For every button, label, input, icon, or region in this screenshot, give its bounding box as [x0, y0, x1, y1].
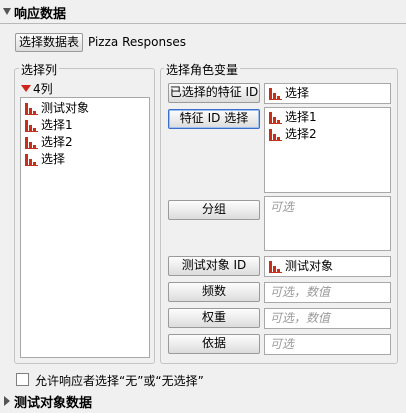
placeholder-text: 可选 [270, 337, 295, 351]
weight-list[interactable]: 可选，数值 [264, 308, 391, 329]
feature-id-choice-button[interactable]: 特征 ID 选择 [168, 109, 260, 129]
bar-chart-icon [269, 87, 282, 100]
list-item[interactable]: 选择1 [21, 117, 149, 134]
columns-list[interactable]: 测试对象选择1 选择2 选择 [20, 97, 150, 358]
subject-id-list[interactable]: 测试对象 [264, 256, 391, 277]
list-item[interactable]: 选择2 [265, 126, 390, 143]
list-item[interactable]: 测试对象 [265, 258, 390, 275]
placeholder-text: 可选，数值 [270, 311, 331, 325]
list-item[interactable]: 选择1 [265, 109, 390, 126]
list-item-label: 选择2 [41, 135, 73, 149]
subject-data-title: 测试对象数据 [14, 396, 93, 411]
bar-chart-icon [25, 119, 38, 132]
group-button[interactable]: 分组 [168, 200, 260, 220]
dropdown-triangle-icon[interactable] [21, 85, 31, 92]
group-list[interactable]: 可选 [264, 196, 391, 251]
list-item-label: 选择 [41, 152, 66, 166]
list-item[interactable]: 选择 [265, 85, 390, 102]
list-item-label: 测试对象 [285, 259, 334, 273]
frequency-list[interactable]: 可选，数值 [264, 282, 391, 303]
bar-chart-icon [269, 260, 282, 273]
by-list[interactable]: 可选 [264, 334, 391, 355]
list-item[interactable]: 选择2 [21, 134, 149, 151]
list-item-label: 选择2 [285, 127, 317, 141]
allow-none-checkbox[interactable] [16, 373, 29, 386]
list-item[interactable]: 测试对象 [21, 100, 149, 117]
subject-data-section[interactable]: 测试对象数据 [0, 389, 406, 413]
list-item[interactable]: 选择 [21, 151, 149, 168]
list-item-label: 选择1 [285, 110, 317, 124]
allow-none-label: 允许响应者选择“无”或“无选择” [35, 374, 204, 388]
response-data-header[interactable]: 响应数据 [0, 0, 406, 24]
select-data-table-button[interactable]: 选择数据表 [15, 33, 83, 52]
selected-feature-id-button[interactable]: 已选择的特征 ID [168, 83, 260, 103]
subject-id-button[interactable]: 测试对象 ID [168, 256, 260, 276]
selected-feature-id-list[interactable]: 选择 [264, 83, 391, 104]
list-item-label: 测试对象 [41, 101, 90, 115]
bar-chart-icon [269, 128, 282, 141]
weight-button[interactable]: 权重 [168, 308, 260, 328]
columns-count-dropdown[interactable]: 4列 [21, 80, 53, 97]
section-title: 响应数据 [14, 7, 67, 22]
bar-chart-icon [25, 136, 38, 149]
feature-id-choice-list[interactable]: 选择1 选择2 [264, 107, 391, 193]
data-table-name: Pizza Responses [88, 35, 186, 49]
bar-chart-icon [25, 153, 38, 166]
placeholder-text: 可选 [270, 200, 295, 214]
expand-triangle-icon[interactable] [4, 396, 10, 406]
select-roles-label: 选择角色变量 [164, 61, 241, 78]
columns-count: 4列 [33, 82, 53, 96]
bar-chart-icon [25, 102, 38, 115]
collapse-triangle-icon[interactable] [3, 8, 11, 15]
bar-chart-icon [269, 111, 282, 124]
list-item-label: 选择 [285, 86, 310, 100]
select-columns-label: 选择列 [19, 61, 60, 78]
placeholder-text: 可选，数值 [270, 285, 331, 299]
frequency-button[interactable]: 频数 [168, 282, 260, 302]
list-item-label: 选择1 [41, 118, 73, 132]
by-button[interactable]: 依据 [168, 334, 260, 354]
